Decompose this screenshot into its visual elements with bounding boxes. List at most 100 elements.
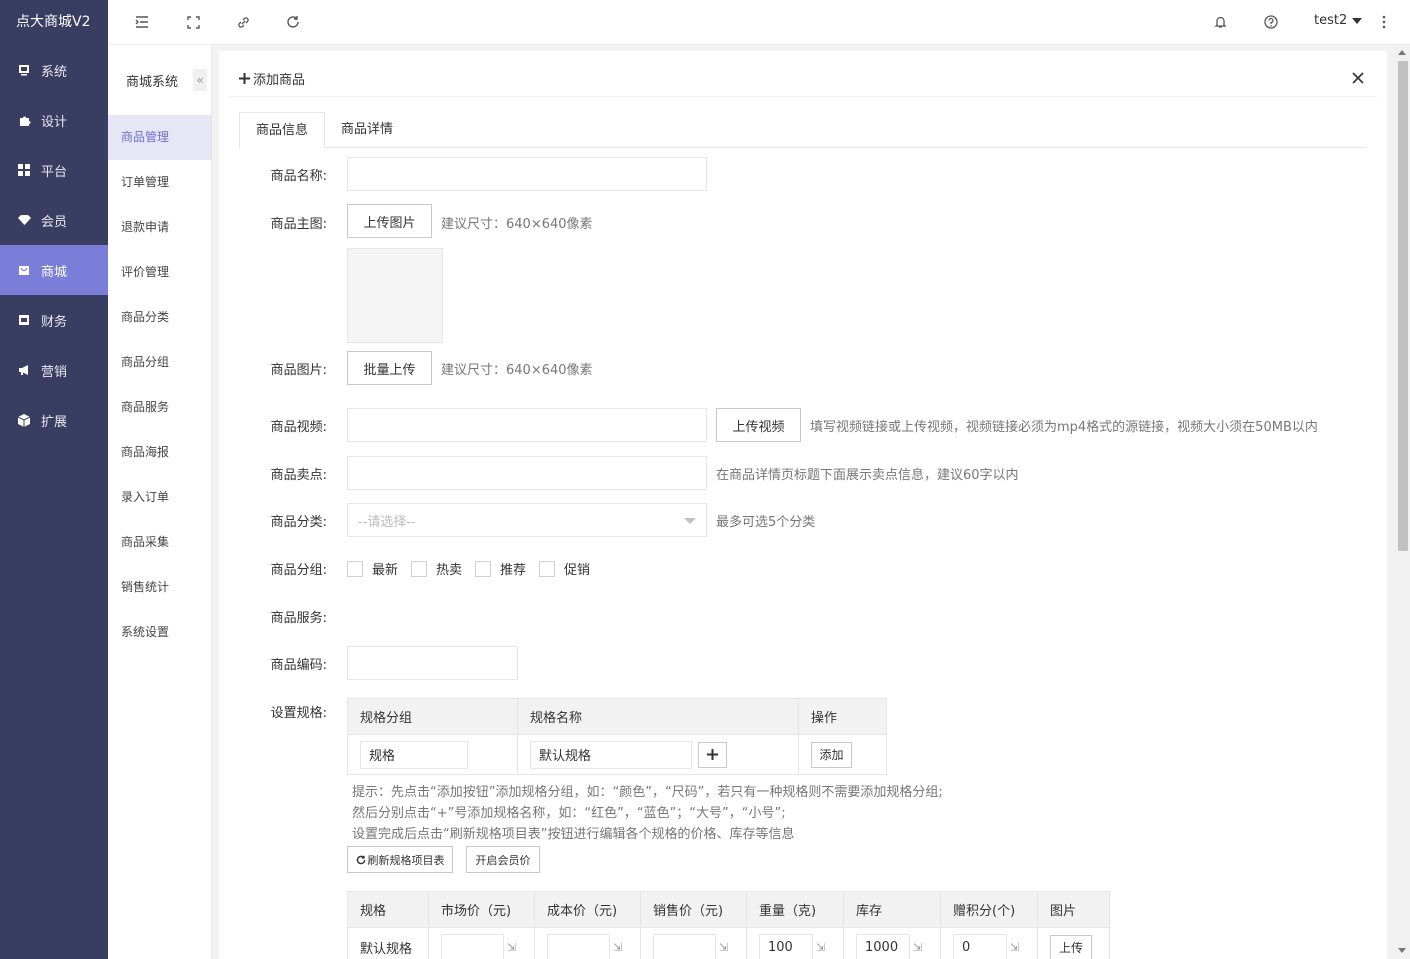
submenu-item-reviews[interactable]: 评价管理	[108, 250, 211, 295]
refresh-spec-table-button[interactable]: 刷新规格项目表	[347, 846, 453, 873]
pin-icon[interactable]: ⇲	[913, 941, 922, 954]
cost-price-input[interactable]	[547, 933, 610, 959]
checkbox-label: 促销	[564, 563, 591, 578]
plus-icon	[239, 73, 250, 84]
sidebar-item-member[interactable]: 会员	[0, 195, 108, 245]
product-code-input[interactable]	[347, 646, 518, 680]
sidebar-item-design[interactable]: 设计	[0, 95, 108, 145]
submenu-item-enter-order[interactable]: 录入订单	[108, 475, 211, 520]
table-row: 默认规格 ⇲ ⇲ ⇲ 100 ⇲ 1000 ⇲ 0 ⇲ 上传	[347, 927, 1110, 959]
brand-logo: 点大商城V2	[16, 14, 91, 30]
more-vertical-icon[interactable]	[1375, 13, 1393, 31]
submenu-item-settings[interactable]: 系统设置	[108, 610, 211, 655]
help-icon[interactable]	[1262, 13, 1280, 31]
table-header: 重量（克)	[746, 891, 844, 928]
pin-icon[interactable]: ⇲	[507, 941, 516, 954]
sidebar-item-extension[interactable]: 扩展	[0, 395, 108, 445]
selling-point-hint: 在商品详情页标题下面展示卖点信息，建议60字以内	[716, 468, 1019, 483]
submenu-item-collect[interactable]: 商品采集	[108, 520, 211, 565]
scroll-up-icon[interactable]	[1398, 50, 1406, 55]
scrollbar-thumb[interactable]	[1398, 61, 1408, 551]
submenu-item-order-management[interactable]: 订单管理	[108, 160, 211, 205]
checkbox-icon	[539, 560, 555, 577]
menu-toggle-icon[interactable]	[133, 13, 151, 31]
upload-video-button[interactable]: 上传视频	[716, 408, 801, 442]
add-spec-group-button[interactable]: 添加	[811, 741, 852, 768]
spec-group-input[interactable]: 规格	[360, 740, 468, 769]
top-bar: test2	[108, 0, 1410, 45]
divider	[229, 96, 1377, 97]
table-header-row: 规格分组 规格名称 操作	[347, 698, 887, 735]
panel-title: 添加商品	[239, 69, 305, 88]
collapse-menu-icon[interactable]: «	[193, 69, 207, 91]
bell-icon[interactable]	[1211, 13, 1229, 31]
tab-product-detail[interactable]: 商品详情	[325, 112, 409, 149]
market-price-input[interactable]	[441, 933, 504, 959]
sidebar-item-label: 平台	[41, 164, 68, 180]
wallet-icon	[17, 313, 31, 327]
username: test2	[1314, 13, 1348, 28]
submenu-item-sales-stats[interactable]: 销售统计	[108, 565, 211, 610]
sidebar-item-finance[interactable]: 财务	[0, 295, 108, 345]
enable-member-price-button[interactable]: 开启会员价	[466, 846, 540, 873]
weight-input[interactable]: 100	[759, 933, 813, 959]
sidebar-item-label: 系统	[41, 64, 68, 80]
stock-input[interactable]: 1000	[856, 933, 910, 959]
upload-sku-image-button[interactable]: 上传	[1050, 934, 1092, 959]
sidebar-item-label: 营销	[41, 364, 68, 380]
fullscreen-icon[interactable]	[184, 13, 202, 31]
points-input[interactable]: 0	[953, 933, 1007, 959]
main-sidebar: 点大商城V2 系统 设计 平台 会员 商城 财务 营销 扩展	[0, 0, 108, 959]
panel-title-text: 添加商品	[253, 73, 306, 88]
sidebar-item-marketing[interactable]: 营销	[0, 345, 108, 395]
sidebar-item-platform[interactable]: 平台	[0, 145, 108, 195]
upload-image-button[interactable]: 上传图片	[347, 204, 432, 238]
pin-icon[interactable]: ⇲	[816, 941, 825, 954]
category-hint: 最多可选5个分类	[716, 515, 816, 530]
service-label: 商品服务:	[270, 611, 327, 626]
table-header: 规格分组	[347, 698, 518, 735]
table-header: 库存	[843, 891, 941, 928]
close-icon[interactable]	[1350, 70, 1366, 86]
link-icon[interactable]	[234, 13, 252, 31]
sidebar-item-label: 会员	[41, 214, 68, 230]
scroll-down-icon[interactable]	[1398, 948, 1406, 953]
submenu-item-product-management[interactable]: 商品管理	[108, 115, 211, 160]
sidebar-item-shop[interactable]: 商城	[0, 245, 108, 295]
main-image-preview	[347, 248, 443, 343]
table-header: 规格	[347, 891, 429, 928]
sidebar-item-system[interactable]: 系统	[0, 45, 108, 95]
checkbox-icon	[475, 560, 491, 577]
tab-product-info[interactable]: 商品信息	[239, 112, 326, 149]
batch-upload-button[interactable]: 批量上传	[347, 351, 432, 385]
group-checkbox-recommend[interactable]: 推荐	[475, 559, 526, 578]
submenu-item-services[interactable]: 商品服务	[108, 385, 211, 430]
secondary-menu-header: 商城系统 «	[108, 45, 211, 115]
submenu-item-posters[interactable]: 商品海报	[108, 430, 211, 475]
video-url-input[interactable]	[347, 408, 707, 442]
pin-icon[interactable]: ⇲	[1010, 941, 1019, 954]
submenu-item-refund[interactable]: 退款申请	[108, 205, 211, 250]
sell-price-input[interactable]	[653, 933, 716, 959]
refresh-spec-label: 刷新规格项目表	[367, 853, 445, 867]
refresh-icon[interactable]	[284, 13, 302, 31]
table-header: 赠积分(个)	[940, 891, 1038, 928]
submenu-item-categories[interactable]: 商品分类	[108, 295, 211, 340]
product-images-hint: 建议尺寸：640×640像素	[441, 363, 593, 378]
spec-name-input[interactable]: 默认规格	[530, 740, 692, 769]
selling-point-input[interactable]	[347, 456, 707, 490]
pin-icon[interactable]: ⇲	[613, 941, 622, 954]
table-header: 成本价（元)	[534, 891, 641, 928]
category-select[interactable]: --请选择--	[347, 503, 707, 537]
add-spec-name-button[interactable]	[698, 741, 728, 768]
user-menu[interactable]: test2	[1314, 13, 1363, 28]
group-checkbox-promo[interactable]: 促销	[539, 559, 590, 578]
product-name-input[interactable]	[347, 157, 707, 191]
secondary-menu-title: 商城系统	[126, 74, 179, 90]
pin-icon[interactable]: ⇲	[719, 941, 728, 954]
page-scrollbar[interactable]	[1395, 45, 1410, 959]
group-checkbox-hot[interactable]: 热卖	[411, 559, 462, 578]
submenu-item-groups[interactable]: 商品分组	[108, 340, 211, 385]
group-checkbox-newest[interactable]: 最新	[347, 559, 398, 578]
tip-line: 提示：先点击“添加按钮”添加规格分组，如：“颜色”，“尺码”，若只有一种规格则不…	[352, 785, 943, 800]
